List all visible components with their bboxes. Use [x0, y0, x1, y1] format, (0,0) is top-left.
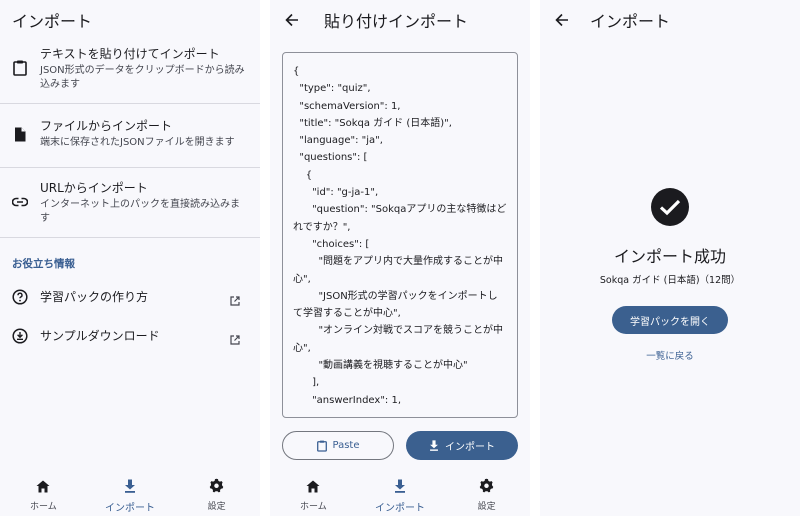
link-label: 学習パックの作り方	[40, 290, 149, 304]
page-title: インポート	[590, 12, 671, 31]
nav-import[interactable]: インポート	[357, 472, 444, 516]
file-import-item[interactable]: ファイルからインポート 端末に保存されたJSONファイルを開きます	[0, 112, 260, 166]
divider	[0, 167, 260, 168]
item-label: ファイルからインポート	[40, 119, 173, 133]
how-to-make-pack-link[interactable]: 学習パックの作り方	[0, 284, 260, 310]
clipboard-icon	[12, 60, 28, 76]
import-menu-screen: インポート テキストを貼り付けてインポート JSON形式のデータをクリップボード…	[0, 0, 260, 516]
download-icon	[394, 478, 406, 497]
back-arrow-icon[interactable]	[552, 10, 572, 30]
nav-label: ホーム	[299, 502, 327, 512]
item-desc: JSON形式のデータをクリップボードから読み込みます	[40, 65, 245, 90]
gear-icon	[209, 478, 224, 497]
download-icon	[124, 478, 136, 497]
sample-download-link[interactable]: サンプルダウンロード	[0, 323, 260, 349]
json-text-area[interactable]: { "type": "quiz", "schemaVersion": 1, "t…	[282, 52, 518, 418]
divider	[0, 237, 260, 238]
item-desc: 端末に保存されたJSONファイルを開きます	[40, 137, 235, 148]
success-title: インポート成功	[613, 247, 726, 266]
nav-label: ホーム	[29, 502, 57, 512]
open-external-icon	[230, 330, 242, 345]
download-icon	[430, 440, 438, 451]
json-text: { "type": "quiz", "schemaVersion": 1, "t…	[293, 66, 507, 406]
page-title: インポート	[12, 12, 93, 31]
open-external-icon	[230, 291, 242, 306]
open-pack-button[interactable]: 学習パックを開く	[612, 306, 728, 334]
nav-import[interactable]: インポート	[87, 472, 174, 516]
page-title: 貼り付けインポート	[324, 12, 469, 31]
clipboard-icon	[316, 440, 327, 452]
app-bar: インポート	[540, 0, 800, 40]
nav-label: インポート	[375, 503, 425, 514]
gear-icon	[479, 478, 494, 497]
check-circle-icon	[651, 188, 689, 226]
bottom-nav: ホーム インポート 設定	[0, 472, 260, 516]
link-label: サンプルダウンロード	[40, 329, 160, 343]
url-import-item[interactable]: URLからインポート インターネット上のパックを直接読み込みます	[0, 172, 260, 236]
app-bar: インポート	[0, 0, 260, 40]
download-circle-icon	[12, 328, 28, 344]
item-label: URLからインポート	[40, 181, 148, 195]
success-subtitle: Sokqa ガイド (日本語)（12問）	[599, 275, 741, 286]
home-icon	[306, 478, 320, 497]
item-label: テキストを貼り付けてインポート	[40, 47, 220, 61]
nav-label: 設定	[477, 502, 496, 512]
paste-label: Paste	[332, 440, 360, 451]
help-circle-icon	[12, 289, 28, 305]
import-button[interactable]: インポート	[406, 431, 518, 460]
nav-label: インポート	[105, 503, 155, 514]
back-to-list-link[interactable]: 一覧に戻る	[540, 348, 800, 362]
home-icon	[36, 478, 50, 497]
nav-settings[interactable]: 設定	[173, 472, 260, 516]
import-label: インポート	[445, 442, 495, 453]
nav-home[interactable]: ホーム	[270, 472, 357, 516]
nav-label: 設定	[207, 502, 226, 512]
paste-button[interactable]: Paste	[282, 431, 394, 460]
app-bar: 貼り付けインポート	[270, 0, 530, 40]
paste-import-screen: 貼り付けインポート { "type": "quiz", "schemaVersi…	[270, 0, 530, 516]
item-desc: インターネット上のパックを直接読み込みます	[40, 199, 240, 224]
bottom-nav: ホーム インポート 設定	[270, 472, 530, 516]
back-arrow-icon[interactable]	[282, 10, 302, 30]
nav-settings[interactable]: 設定	[443, 472, 530, 516]
nav-home[interactable]: ホーム	[0, 472, 87, 516]
divider	[0, 103, 260, 104]
link-icon	[12, 194, 28, 210]
file-icon	[12, 126, 28, 142]
paste-import-item[interactable]: テキストを貼り付けてインポート JSON形式のデータをクリップボードから読み込み…	[0, 44, 260, 102]
section-label: お役立ち情報	[12, 258, 75, 270]
import-success-screen: インポート インポート成功 Sokqa ガイド (日本語)（12問） 学習パック…	[540, 0, 800, 516]
